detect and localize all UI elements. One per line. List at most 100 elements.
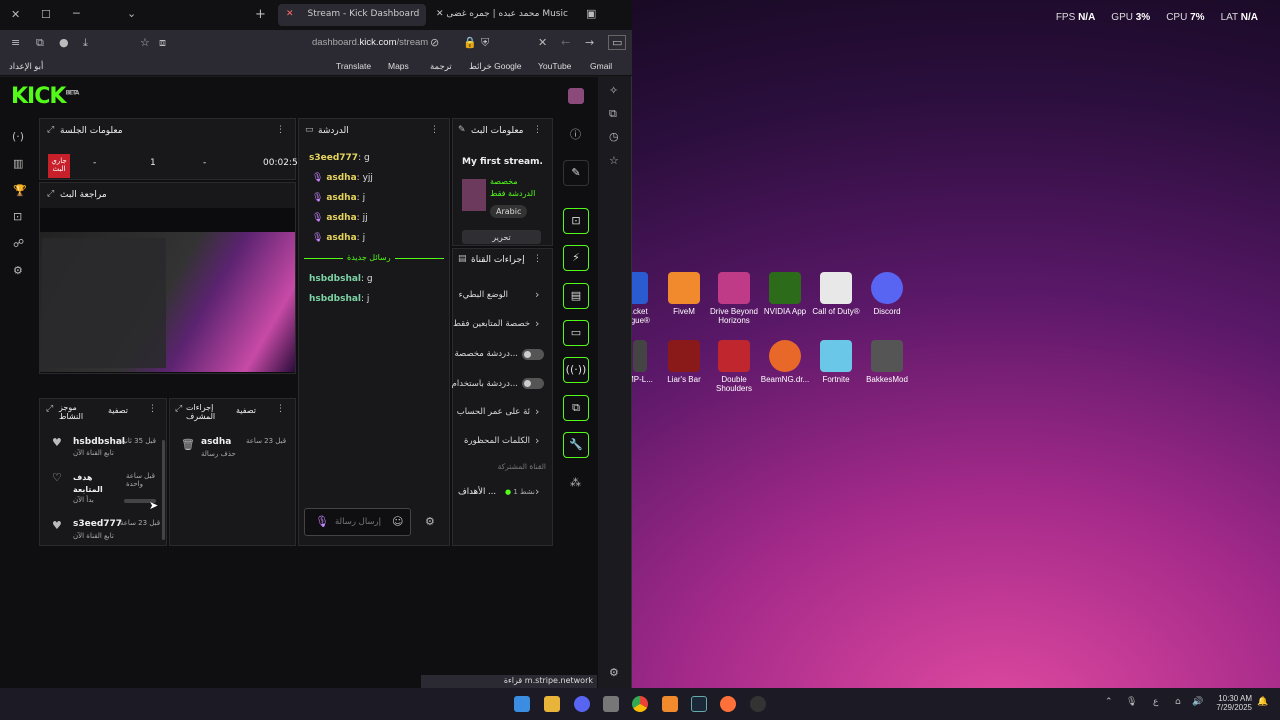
chat-bubble-icon[interactable]: ▭ xyxy=(563,320,589,346)
tab-list-chevron-icon[interactable]: ⌄ xyxy=(127,8,136,19)
bookmark-star-icon[interactable]: ☆ xyxy=(140,37,150,48)
custom-chat-toggle[interactable] xyxy=(522,349,544,360)
lock-icon[interactable]: 🔒 xyxy=(463,37,477,48)
layers-icon[interactable]: ⧉ xyxy=(563,395,589,421)
activity-filter-button[interactable]: تصفية xyxy=(108,406,128,415)
chat-settings-icon[interactable]: ⚙ xyxy=(425,516,435,527)
bookmark-youtube[interactable]: YouTube xyxy=(538,61,571,71)
new-tab-icon[interactable]: + xyxy=(255,8,266,21)
network-icon[interactable]: ⌂ xyxy=(1175,698,1181,707)
goals-row[interactable]: الأهداف ... xyxy=(458,487,496,497)
url-text[interactable]: dashboard.kick.com/stream xyxy=(312,37,428,48)
chevron-right-icon[interactable]: › xyxy=(535,289,539,300)
bookmark-folder[interactable]: أبو الإعداد xyxy=(9,61,43,72)
mic-icon[interactable]: 🎙 xyxy=(315,516,329,527)
desktop-icon-nvidia-app[interactable]: NVIDIA App xyxy=(760,272,810,316)
followers-only-row[interactable]: خصصة المتابعين فقط xyxy=(446,319,530,329)
end-stream-button[interactable]: جاري البث xyxy=(48,154,70,178)
avatar[interactable] xyxy=(568,88,584,104)
chat-message[interactable]: hsbdbshal: g xyxy=(309,274,373,284)
slow-mode-row[interactable]: الوضع البطيء xyxy=(446,290,508,300)
microphone-icon[interactable]: 🎙 xyxy=(1126,698,1137,707)
firefox-icon[interactable] xyxy=(720,696,736,712)
account-age-row[interactable]: ئة على عمر الحساب xyxy=(446,407,530,417)
activity-user[interactable]: s3eed777 xyxy=(73,519,122,529)
back-icon[interactable]: ← xyxy=(561,37,570,48)
desktop-icon-double-shoulders[interactable]: Double Shoulders xyxy=(709,340,759,393)
desktop-icon-beamng[interactable]: BeamNG.dr... xyxy=(760,340,810,384)
document-icon[interactable]: ▤ xyxy=(563,283,589,309)
shield-icon[interactable]: ⛨ xyxy=(481,37,489,48)
chat-message[interactable]: 🎙 asdha: j xyxy=(312,193,365,203)
wrench-icon[interactable]: 🔧 xyxy=(563,432,589,458)
downloads-icon[interactable]: ⤓ xyxy=(83,37,88,48)
discord-taskbar-icon[interactable] xyxy=(574,696,590,712)
forward-icon[interactable]: → xyxy=(585,37,594,48)
chat-message[interactable]: hsbdbshal: j xyxy=(309,294,369,304)
more-options-icon[interactable]: ⋮ xyxy=(533,126,542,135)
broadcast-icon[interactable]: ((·)) xyxy=(563,357,589,383)
tab-close-icon[interactable]: ✕ xyxy=(436,9,444,19)
close-window-icon[interactable]: ✕ xyxy=(11,9,20,20)
sidebar-tabs-icon[interactable]: ⧉ xyxy=(609,108,617,119)
fivem-taskbar-icon[interactable] xyxy=(662,696,678,712)
desktop-icon-liars-bar[interactable]: Liar's Bar xyxy=(659,340,709,384)
stop-icon[interactable]: ✕ xyxy=(538,37,547,48)
sidebar-settings-icon[interactable]: ⚙ xyxy=(609,667,619,678)
tab-overview-icon[interactable]: ▣ xyxy=(586,8,596,19)
analytics-icon[interactable]: ▥ xyxy=(13,158,23,169)
extensions-icon[interactable]: ⧉ xyxy=(36,37,44,48)
desktop-icon-discord[interactable]: Discord xyxy=(862,272,912,316)
desktop-icon-fivem[interactable]: FiveM xyxy=(659,272,709,316)
info-icon[interactable]: ⓘ xyxy=(570,129,581,140)
chevron-right-icon[interactable]: › xyxy=(535,406,539,417)
desktop-icon-call-of-duty[interactable]: Call of Duty® xyxy=(811,272,861,316)
tray-chevron-icon[interactable]: ⌃ xyxy=(1105,698,1113,707)
mod-filter-button[interactable]: تصفية xyxy=(236,406,256,415)
bookmark-maps[interactable]: Maps xyxy=(388,61,409,71)
trophy-icon[interactable]: 🏆 xyxy=(13,185,27,196)
more-options-icon[interactable]: ⋮ xyxy=(276,126,285,135)
chat-message[interactable]: s3eed777: g xyxy=(309,153,370,163)
screen-widget-icon[interactable]: ⊡ xyxy=(563,208,589,234)
sidebar-bookmarks-icon[interactable]: ☆ xyxy=(609,155,619,166)
chat-using-toggle[interactable] xyxy=(522,378,544,389)
bookmark-google-maps[interactable]: خرائط Google xyxy=(469,61,522,72)
bookmark-gmail[interactable]: Gmail xyxy=(590,61,612,71)
chrome-icon[interactable] xyxy=(632,696,648,712)
chevron-right-icon[interactable]: › xyxy=(535,318,539,329)
start-icon[interactable] xyxy=(514,696,530,712)
steam-icon[interactable] xyxy=(691,696,707,712)
store-icon[interactable] xyxy=(603,696,619,712)
tracking-icon[interactable]: ⊘ xyxy=(430,37,439,48)
clock[interactable]: 10:30 AM 7/29/2025 xyxy=(1200,694,1252,712)
screen-icon[interactable]: ⊡ xyxy=(13,211,22,222)
more-options-icon[interactable]: ⋮ xyxy=(276,405,285,414)
drag-handle-icon[interactable]: ⤢ xyxy=(47,190,54,199)
emoji-icon[interactable]: ☺ xyxy=(392,516,403,527)
share-icon[interactable]: ⁂ xyxy=(570,477,581,488)
minimize-icon[interactable]: ─ xyxy=(73,8,80,19)
sidebar-toggle-icon[interactable]: ▭ xyxy=(608,35,627,50)
bookmark-translate[interactable]: Translate xyxy=(336,61,371,71)
sidebar-ai-icon[interactable]: ✧ xyxy=(609,85,618,96)
stream-icon[interactable]: (·) xyxy=(12,131,24,142)
pencil-icon[interactable]: ✎ xyxy=(458,126,466,135)
maximize-icon[interactable]: ☐ xyxy=(41,9,51,20)
more-options-icon[interactable]: ⋮ xyxy=(533,255,542,264)
screenshot-icon[interactable]: ⧈ xyxy=(159,37,166,48)
drag-handle-icon[interactable]: ⤢ xyxy=(47,126,54,135)
more-options-icon[interactable]: ⋮ xyxy=(430,126,439,135)
tab-close-icon[interactable]: ✕ xyxy=(286,9,294,19)
more-options-icon[interactable]: ⋮ xyxy=(148,405,157,414)
sidebar-history-icon[interactable]: ◷ xyxy=(609,131,619,142)
file-explorer-icon[interactable] xyxy=(544,696,560,712)
desktop-icon-bakkesmod[interactable]: BakkesMod xyxy=(862,340,912,384)
edit-layout-icon[interactable]: ✎ xyxy=(563,160,589,186)
chat-message[interactable]: 🎙 asdha: j xyxy=(312,233,365,243)
drag-handle-icon[interactable]: ⤢ xyxy=(46,405,53,414)
edit-stream-button[interactable]: تحرير xyxy=(462,230,541,244)
chevron-right-icon[interactable]: › xyxy=(535,486,539,497)
language-indicator[interactable]: ع xyxy=(1153,698,1158,707)
activity-user[interactable]: hsbdbshal xyxy=(73,437,125,447)
